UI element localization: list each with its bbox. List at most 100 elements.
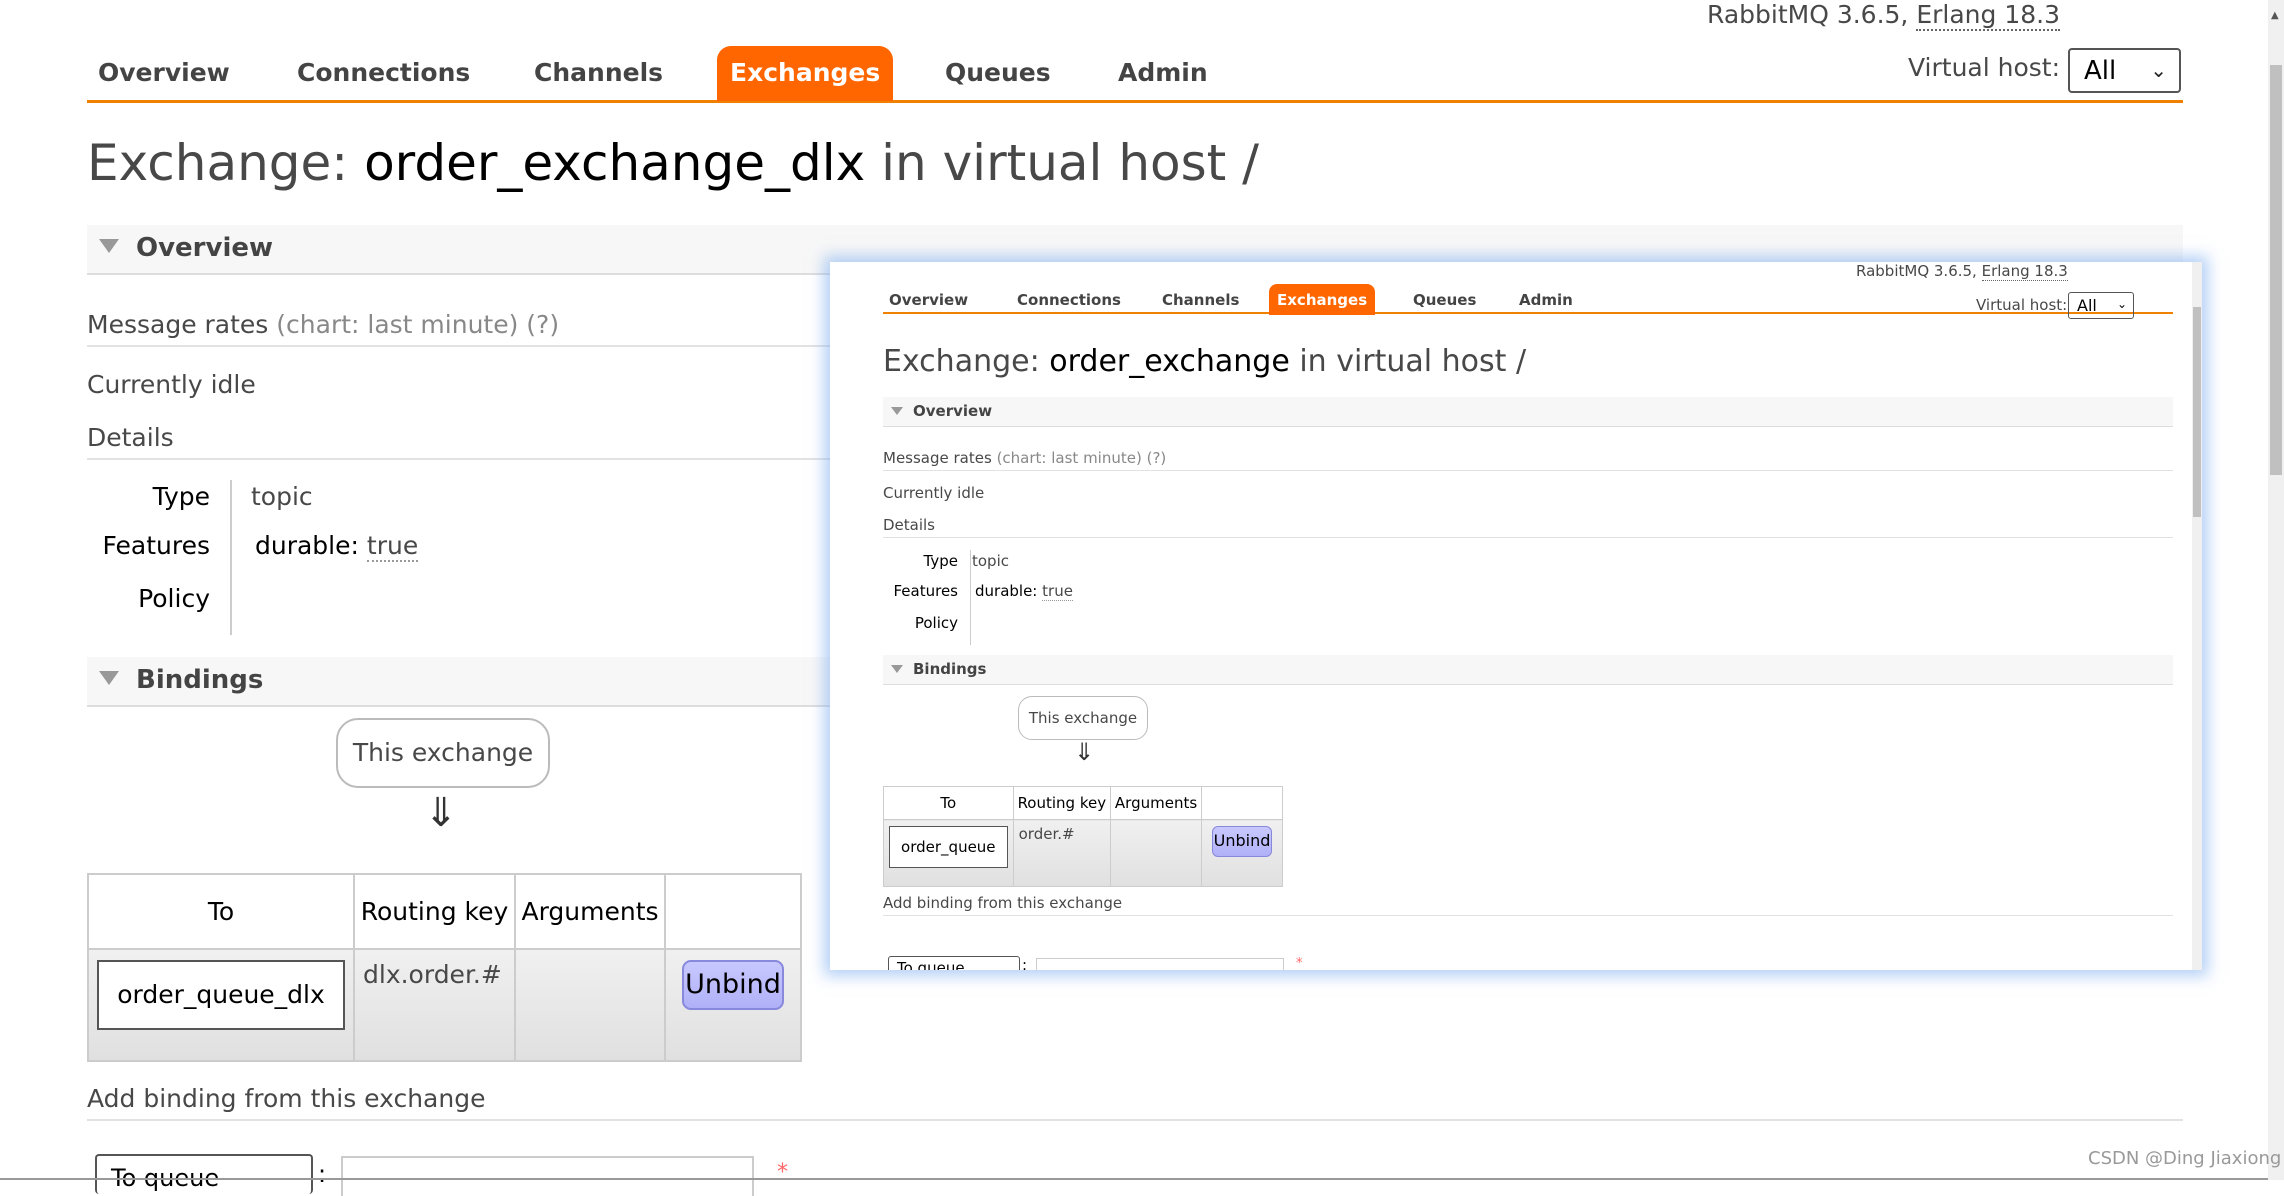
exchange-name: order_exchange_dlx [364, 134, 866, 192]
popup-features-label: Features [893, 582, 959, 600]
col-to: To [87, 873, 355, 950]
collapse-triangle-icon [99, 671, 119, 685]
col-arguments: Arguments [514, 873, 666, 950]
down-arrow-icon: ⇓ [1074, 738, 1095, 766]
type-label: Type [152, 482, 210, 511]
colon-separator: : [318, 1160, 327, 1188]
popup-scrollbar-thumb[interactable] [2193, 307, 2201, 517]
durable-value: true [366, 531, 419, 562]
popup-col-to: To [883, 786, 1014, 820]
tab-overview[interactable]: Overview [98, 58, 230, 87]
main-nav: Overview Connections Channels Exchanges … [87, 46, 2183, 103]
page-scrollbar[interactable]: ▲ [2268, 0, 2284, 1180]
message-rates-help[interactable]: (chart: last minute) (?) [276, 310, 559, 339]
col-routing-key: Routing key [353, 873, 516, 950]
overview-section-label: Overview [136, 233, 274, 263]
popup-tab-channels[interactable]: Channels [1162, 291, 1239, 309]
collapse-triangle-icon [99, 239, 119, 253]
title-prefix: Exchange: [87, 134, 365, 192]
popup-tab-connections[interactable]: Connections [1017, 291, 1121, 309]
popup-colon-separator: : [1022, 956, 1028, 970]
popup-vhost-select[interactable]: All ⌄ [2068, 292, 2134, 319]
vhost-select-value: All [2084, 56, 2117, 86]
version-text: RabbitMQ 3.6.5, [1707, 0, 1917, 29]
popup-cell-to: order_queue [883, 819, 1014, 887]
popup-cell-actions: Unbind [1201, 819, 1283, 887]
tab-connections[interactable]: Connections [297, 58, 470, 87]
popup-overview-section-header[interactable]: Overview [883, 397, 2173, 427]
popup-message-rates-help[interactable]: (chart: last minute) (?) [997, 449, 1167, 467]
popup-message-rates-label: Message rates [883, 449, 992, 467]
tab-admin[interactable]: Admin [1118, 58, 1208, 87]
table-row: order_queue order.# Unbind [883, 819, 1283, 887]
popup-currently-idle: Currently idle [883, 484, 985, 502]
popup-message-rates-heading: Message rates (chart: last minute) (?) [883, 449, 2173, 471]
queue-link[interactable]: order_queue_dlx [97, 960, 345, 1030]
tab-queues[interactable]: Queues [945, 58, 1051, 87]
popup-version-info: RabbitMQ 3.6.5, Erlang 18.3 [1856, 262, 2068, 281]
popup-tab-exchanges[interactable]: Exchanges [1269, 284, 1376, 315]
popup-col-arguments: Arguments [1110, 786, 1202, 820]
popup-tab-admin[interactable]: Admin [1519, 291, 1573, 309]
popup-title-prefix: Exchange: [883, 344, 1050, 379]
message-rates-label: Message rates [87, 310, 269, 339]
popup-queue-link[interactable]: order_queue [889, 826, 1008, 868]
binding-destination-select[interactable]: To queue [95, 1154, 313, 1194]
tab-channels[interactable]: Channels [534, 58, 663, 87]
popup-unbind-button[interactable]: Unbind [1212, 826, 1272, 857]
popup-type-label: Type [923, 552, 958, 570]
popup-durable-key: durable: [975, 582, 1043, 600]
features-label: Features [102, 531, 211, 560]
currently-idle-text: Currently idle [87, 370, 256, 399]
scrollbar-thumb[interactable] [2270, 65, 2282, 475]
popup-overview-label: Overview [913, 402, 993, 420]
cell-routing-key: dlx.order.# [353, 948, 516, 1062]
popup-col-routing-key: Routing key [1012, 786, 1112, 820]
popup-durable-value: true [1042, 582, 1073, 601]
popup-title-suffix: in virtual host / [1289, 344, 1527, 379]
unbind-button[interactable]: Unbind [682, 960, 784, 1010]
popup-destination-name-input[interactable] [1036, 958, 1284, 970]
popup-tab-queues[interactable]: Queues [1413, 291, 1476, 309]
popup-binding-destination-select[interactable]: To queue [888, 956, 1020, 970]
down-arrow-icon: ⇓ [424, 790, 458, 836]
popup-this-exchange-box: This exchange [1018, 696, 1148, 740]
collapse-triangle-icon [891, 407, 903, 415]
popup-bindings-label: Bindings [913, 660, 987, 678]
facts-divider [230, 480, 232, 635]
popup-details-heading: Details [883, 516, 2173, 538]
popup-policy-label: Policy [914, 614, 958, 632]
popup-erlang-version-link[interactable]: Erlang 18.3 [1981, 262, 2068, 281]
tab-exchanges[interactable]: Exchanges [717, 46, 894, 101]
erlang-version-link[interactable]: Erlang 18.3 [1916, 0, 2060, 31]
vhost-select[interactable]: All ⌄ [2068, 48, 2181, 93]
collapse-triangle-icon [891, 665, 903, 673]
popup-page-title: Exchange: order_exchange in virtual host… [883, 344, 1526, 379]
policy-label: Policy [138, 584, 210, 613]
popup-vhost-label: Virtual host: [1976, 296, 2068, 314]
popup-type-value: topic [972, 552, 1009, 570]
popup-add-binding-heading: Add binding from this exchange [883, 894, 2173, 916]
exchange-preview-popup: RabbitMQ 3.6.5, Erlang 18.3 Overview Con… [830, 262, 2202, 970]
bindings-section-label: Bindings [136, 665, 264, 695]
col-actions [664, 873, 802, 950]
popup-table-header-row: To Routing key Arguments [883, 786, 1283, 820]
add-binding-heading: Add binding from this exchange [87, 1084, 2183, 1121]
popup-required-marker: * [1296, 956, 1303, 970]
cell-arguments [514, 948, 666, 1062]
popup-tab-overview[interactable]: Overview [889, 291, 968, 309]
chevron-down-icon: ⌄ [2116, 297, 2127, 311]
popup-scrollbar[interactable] [2192, 262, 2202, 970]
cell-to: order_queue_dlx [87, 948, 355, 1062]
watermark: CSDN @Ding Jiaxiong [2088, 1148, 2282, 1169]
popup-col-actions [1201, 786, 1283, 820]
destination-name-input[interactable] [341, 1156, 754, 1196]
cell-actions: Unbind [664, 948, 802, 1062]
chevron-down-icon: ⌄ [2150, 58, 2167, 82]
popup-cell-arguments [1110, 819, 1202, 887]
durable-key: durable: [255, 531, 367, 560]
this-exchange-box: This exchange [336, 718, 550, 788]
scroll-up-icon[interactable]: ▲ [2271, 10, 2279, 21]
popup-exchange-name: order_exchange [1049, 344, 1290, 379]
popup-bindings-section-header[interactable]: Bindings [883, 655, 2173, 685]
